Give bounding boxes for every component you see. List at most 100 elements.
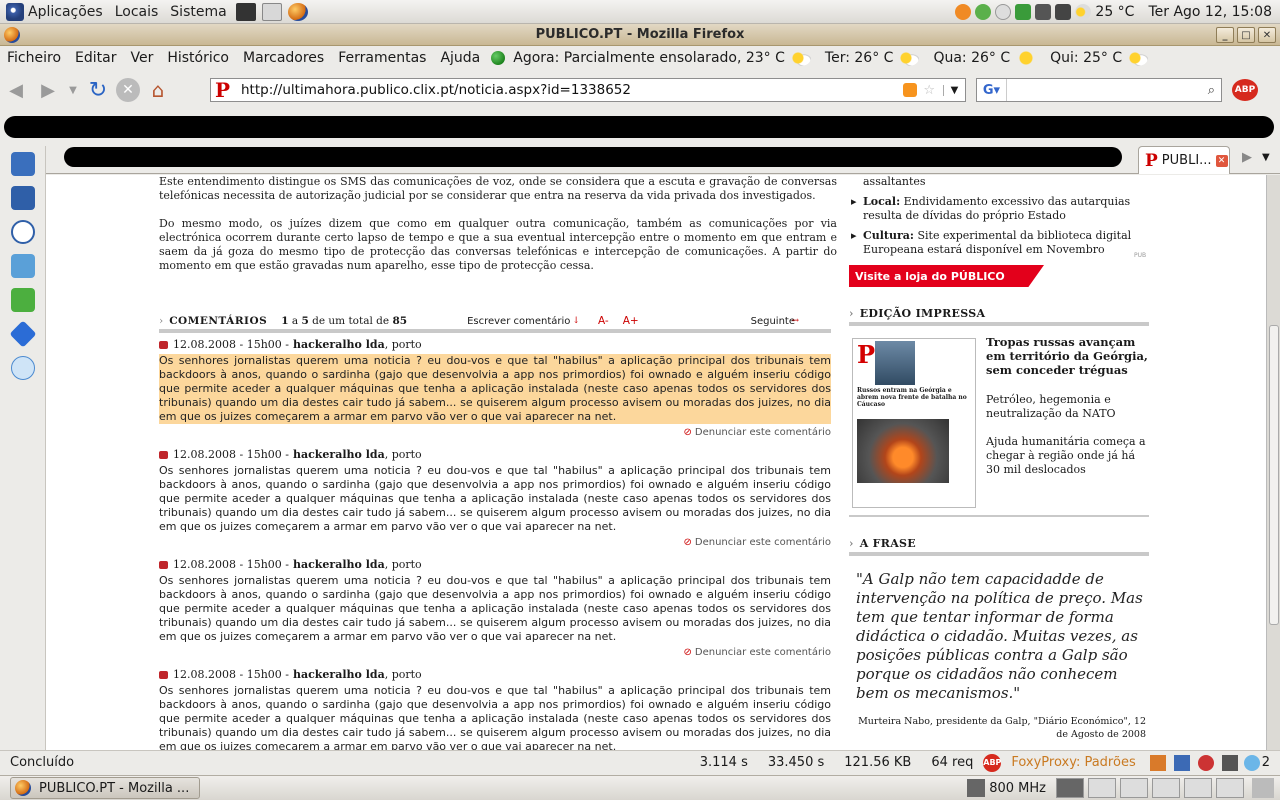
load-time-1: 3.114 s [699, 755, 748, 770]
forward-button[interactable]: ▶ [34, 76, 62, 104]
url-bar[interactable]: P http://ultimahora.publico.clix.pt/noti… [210, 78, 966, 102]
report-comment-link[interactable]: ⊘ Denunciar este comentário [159, 646, 831, 660]
battery-icon[interactable] [1015, 3, 1032, 20]
workspace-2[interactable] [1088, 778, 1116, 798]
adblock-status-icon[interactable]: ABP [983, 753, 1001, 772]
tab-close-icon[interactable]: ✕ [1215, 154, 1228, 167]
bullet-icon: ▸ [851, 195, 857, 208]
system-menu[interactable]: Sistema [164, 0, 232, 24]
menu-editar[interactable]: Editar [68, 50, 123, 66]
noscript-icon[interactable] [1197, 754, 1214, 771]
back-button[interactable]: ◀ [2, 76, 30, 104]
volume-icon[interactable] [1055, 3, 1072, 20]
edicao-item[interactable]: Petróleo, hegemonia e neutralização da N… [986, 393, 1152, 421]
reload-icon[interactable]: ↻ [84, 76, 112, 104]
clock[interactable]: Ter Ago 12, 15:08 [1148, 4, 1272, 20]
adblock-plus-icon[interactable]: ABP [1232, 79, 1258, 101]
network-status-icon[interactable] [975, 3, 992, 20]
comment-date: 12.08.2008 - 15h00 - [173, 668, 289, 681]
info-icon[interactable] [10, 356, 35, 380]
rss-icon[interactable] [903, 83, 918, 97]
forecastfox-icon[interactable] [491, 51, 506, 65]
workspace-5[interactable] [1184, 778, 1212, 798]
mail-launcher-icon[interactable] [261, 2, 282, 21]
close-window-button[interactable]: ✕ [1258, 27, 1276, 43]
bookmarks-sidebar-icon[interactable] [10, 186, 35, 210]
report-comment-link[interactable]: ⊘ Denunciar este comentário [159, 426, 831, 440]
shop-banner-link[interactable]: Visite a loja do PÚBLICO [849, 265, 1044, 287]
home-icon[interactable]: ⌂ [144, 76, 172, 104]
menu-ver[interactable]: Ver [123, 50, 160, 66]
edicao-headline[interactable]: Tropas russas avançam em território da G… [986, 335, 1152, 377]
comments-to: 5 [301, 315, 309, 327]
url-dropdown-icon[interactable]: ▼ [943, 84, 965, 96]
tabs-scroll-right-icon[interactable]: ▶ [1242, 150, 1252, 165]
menu-ajuda[interactable]: Ajuda [433, 50, 487, 66]
page-scrollbar[interactable] [1266, 175, 1280, 750]
window-titlebar[interactable]: PUBLICO.PT - Mozilla Firefox _ □ ✕ [0, 24, 1280, 46]
menu-marcadores[interactable]: Marcadores [236, 50, 331, 66]
newspaper-cover-image[interactable]: P Russos entram na Geórgia e abrem nova … [852, 338, 976, 508]
weather-icon[interactable] [1075, 3, 1092, 20]
terminal-launcher-icon[interactable] [235, 2, 256, 21]
search-input[interactable] [1011, 80, 1208, 100]
report-comment-link[interactable]: ⊘ Denunciar este comentário [159, 536, 831, 550]
next-page-link[interactable]: Seguinte [751, 316, 795, 327]
cpu-freq-icon [967, 779, 986, 797]
screenshot-icon[interactable] [10, 152, 35, 176]
scrollbar-thumb[interactable] [1269, 325, 1279, 625]
display-icon[interactable] [1035, 3, 1052, 20]
search-applet-icon[interactable] [995, 3, 1012, 20]
workspace-3[interactable] [1120, 778, 1148, 798]
addons-puzzle-icon[interactable] [10, 288, 35, 312]
stop-icon[interactable]: ✕ [116, 78, 140, 102]
news-item[interactable]: assaltantes [863, 175, 1151, 189]
weather-ter[interactable]: Ter: 26° C [825, 50, 920, 66]
update-notifier-icon[interactable] [955, 3, 972, 20]
menu-historico[interactable]: Histórico [160, 50, 236, 66]
news-text: Endividamento excessivo das autarquias r… [863, 195, 1131, 222]
weather-qua[interactable]: Qua: 26° C [933, 50, 1037, 66]
google-engine-icon[interactable]: G▾ [977, 79, 1007, 101]
twitter-icon[interactable] [1243, 754, 1260, 771]
write-comment-link[interactable]: Escrever comentário [467, 316, 570, 327]
comment-body[interactable]: Os senhores jornalistas querem uma notic… [159, 354, 831, 424]
font-decrease-button[interactable]: A- [598, 315, 609, 327]
url-text[interactable]: http://ultimahora.publico.clix.pt/notici… [241, 82, 903, 98]
comment-date: 12.08.2008 - 15h00 - [173, 558, 289, 571]
font-increase-button[interactable]: A+ [623, 315, 639, 327]
menu-ferramentas[interactable]: Ferramentas [331, 50, 433, 66]
applications-menu[interactable]: Aplicações [0, 0, 109, 24]
news-item[interactable]: ▸ Local: Endividamento excessivo das auta… [851, 195, 1151, 223]
weather-temp[interactable]: 25 °C [1095, 4, 1134, 20]
news-item[interactable]: ▸ Cultura: Site experimental da bibliotec… [851, 229, 1151, 257]
workspace-6[interactable] [1216, 778, 1244, 798]
extension-icon[interactable] [8, 320, 37, 348]
history-clock-icon[interactable] [10, 220, 35, 244]
maximize-button[interactable]: □ [1237, 27, 1255, 43]
minimize-button[interactable]: _ [1216, 27, 1234, 43]
search-magnifier-icon[interactable]: ⌕ [1208, 83, 1215, 98]
search-box[interactable]: G▾ ⌕ [976, 78, 1222, 102]
bookmark-star-icon[interactable]: ☆ [923, 83, 935, 98]
taskbar-firefox-button[interactable]: PUBLICO.PT - Mozilla ... [10, 777, 200, 799]
firefox-window-icon[interactable] [4, 27, 20, 43]
downloads-icon[interactable] [10, 254, 35, 278]
firefox-launcher-icon[interactable] [287, 2, 308, 21]
trash-icon[interactable] [1252, 778, 1274, 798]
places-menu[interactable]: Locais [109, 0, 165, 24]
edicao-item[interactable]: Ajuda humanitária começa a chegar à regi… [986, 435, 1152, 477]
foxyproxy-icon[interactable] [1149, 754, 1166, 771]
weather-now[interactable]: Agora: Parcialmente ensolarado, 23° C [513, 50, 811, 66]
tabs-list-icon[interactable]: ▼ [1262, 152, 1270, 163]
weather-qui[interactable]: Qui: 25° C [1050, 50, 1149, 66]
tab-publico[interactable]: P PUBLI... ✕ [1138, 146, 1230, 174]
workspace-1[interactable] [1056, 778, 1084, 798]
menu-ficheiro[interactable]: Ficheiro [0, 50, 68, 66]
tool-icon[interactable] [1221, 754, 1238, 771]
foxyproxy-status[interactable]: FoxyProxy: Padrões [1001, 755, 1145, 770]
weather-ter-label: Ter: 26° C [824, 50, 894, 66]
extension-status-icon[interactable] [1173, 754, 1190, 771]
history-dropdown-icon[interactable]: ▼ [66, 76, 80, 104]
workspace-4[interactable] [1152, 778, 1180, 798]
